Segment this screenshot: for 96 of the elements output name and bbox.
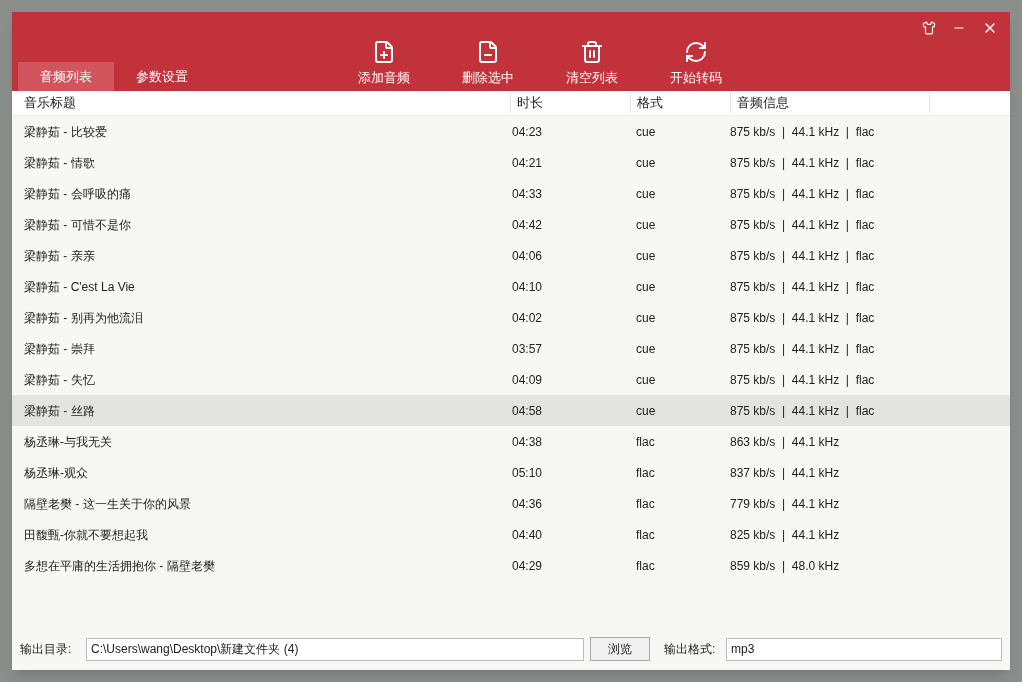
table-cell-text: 04:38 xyxy=(511,433,544,451)
table-cell-text: cue xyxy=(635,340,657,358)
table-cell-text: 859 kb/s | 48.0 kHz xyxy=(730,557,841,575)
table-cell-text: 梁静茹 - 别再为他流泪 xyxy=(23,309,144,327)
table-row[interactable]: 梁静茹 - 失忆 04:09 cue 875 kb/s | 44.1 kHz | flac xyxy=(12,364,1010,395)
table-row[interactable]: 梁静茹 - 丝路 04:58 cue 875 kb/s | 44.1 kHz | flac xyxy=(12,395,1010,426)
refresh-icon xyxy=(684,39,708,64)
table-row[interactable]: 田馥甄-你就不要想起我 04:40 flac 825 kb/s | 44.1 kHz xyxy=(12,519,1010,550)
file-plus-icon xyxy=(372,39,396,64)
table-row[interactable]: 梁静茹 - C'est La Vie 04:10 cue 875 kb/s | 44.1 kHz | flac xyxy=(12,271,1010,302)
table-cell-text: 田馥甄-你就不要想起我 xyxy=(23,526,149,544)
toolbar-button[interactable]: 清空列表 xyxy=(552,39,632,87)
table-cell-text: 05:10 xyxy=(511,464,544,482)
table-cell-text: 梁静茹 - C'est La Vie xyxy=(23,278,136,296)
table-cell-text: 875 kb/s | 44.1 kHz | flac xyxy=(730,402,876,420)
table-row[interactable]: 隔壁老樊 - 这一生关于你的风景 04:36 flac 779 kb/s | 44.1 kHz xyxy=(12,488,1010,519)
table-row[interactable]: 杨丞琳-观众 05:10 flac 837 kb/s | 44.1 kHz xyxy=(12,457,1010,488)
table-cell-text: 875 kb/s | 44.1 kHz | flac xyxy=(730,278,876,296)
output-format-label: 输出格式: xyxy=(664,641,717,658)
table-cell-text: 04:33 xyxy=(511,185,544,203)
table-row[interactable]: 梁静茹 - 比较爱 04:23 cue 875 kb/s | 44.1 kHz | flac xyxy=(12,116,1010,147)
table-cell-text: 04:40 xyxy=(511,526,544,544)
output-dir-label: 输出目录: xyxy=(20,641,73,658)
table-cell-text: 779 kb/s | 44.1 kHz xyxy=(730,495,841,513)
table-cell-text: 875 kb/s | 44.1 kHz | flac xyxy=(730,371,876,389)
table-cell-text: cue xyxy=(635,247,657,265)
table-cell-text: 875 kb/s | 44.1 kHz | flac xyxy=(730,185,876,203)
table-cell-text: 梁静茹 - 情歌 xyxy=(23,154,96,172)
table-row[interactable]: 梁静茹 - 可惜不是你 04:42 cue 875 kb/s | 44.1 kHz | flac xyxy=(12,209,1010,240)
table-cell-text: cue xyxy=(635,154,657,172)
column-header[interactable]: 音乐标题 xyxy=(12,93,510,113)
column-header[interactable]: 音频信息 xyxy=(730,93,930,113)
table-row[interactable]: 多想在平庸的生活拥抱你 - 隔壁老樊 04:29 flac 859 kb/s | 48.0 kHz xyxy=(12,550,1010,581)
table-cell-text: cue xyxy=(635,309,657,327)
table-cell-text: 梁静茹 - 亲亲 xyxy=(23,247,96,265)
table-cell-text: 隔壁老樊 - 这一生关于你的风景 xyxy=(23,495,192,513)
table-cell-text: 04:09 xyxy=(511,371,544,389)
column-header[interactable]: 时长 xyxy=(510,93,630,113)
table-cell-text: 04:02 xyxy=(511,309,544,327)
table-cell-text: 04:58 xyxy=(511,402,544,420)
table-cell-text: cue xyxy=(635,216,657,234)
output-dir-field[interactable]: C:\Users\wang\Desktop\新建文件夹 (4) xyxy=(86,637,584,661)
table-cell-text: 837 kb/s | 44.1 kHz xyxy=(730,464,841,482)
table-cell-text: 04:36 xyxy=(511,495,544,513)
table-cell-text: 875 kb/s | 44.1 kHz | flac xyxy=(730,123,876,141)
table-cell-text: 875 kb/s | 44.1 kHz | flac xyxy=(730,154,876,172)
table-row[interactable]: 梁静茹 - 会呼吸的痛 04:33 cue 875 kb/s | 44.1 kHz | flac xyxy=(12,178,1010,209)
table-cell-text: 04:06 xyxy=(511,247,544,265)
table-cell-text: 875 kb/s | 44.1 kHz | flac xyxy=(730,247,876,265)
trash-icon xyxy=(580,39,604,64)
table-cell-text: flac xyxy=(635,464,656,482)
file-minus-icon xyxy=(476,39,500,64)
table-cell-text: 875 kb/s | 44.1 kHz | flac xyxy=(730,309,876,327)
table-cell-text: 875 kb/s | 44.1 kHz | flac xyxy=(730,340,876,358)
tab[interactable]: 参数设置 xyxy=(114,62,210,91)
table-cell-text: 04:23 xyxy=(511,123,544,141)
table-cell-text: 梁静茹 - 失忆 xyxy=(23,371,96,389)
shirt-icon xyxy=(922,21,936,35)
table-cell-text: 杨丞琳-观众 xyxy=(23,464,89,482)
table-row[interactable]: 杨丞琳-与我无关 04:38 flac 863 kb/s | 44.1 kHz xyxy=(12,426,1010,457)
table-cell-text: flac xyxy=(635,433,656,451)
table-cell-text: flac xyxy=(635,557,656,575)
table-cell-text: 杨丞琳-与我无关 xyxy=(23,433,113,451)
table-cell-text: 04:10 xyxy=(511,278,544,296)
table-cell-text: 梁静茹 - 崇拜 xyxy=(23,340,96,358)
table-cell-text: 825 kb/s | 44.1 kHz xyxy=(730,526,841,544)
table-row[interactable]: 梁静茹 - 崇拜 03:57 cue 875 kb/s | 44.1 kHz | flac xyxy=(12,333,1010,364)
table-cell-text: cue xyxy=(635,185,657,203)
skin-button[interactable] xyxy=(922,21,936,35)
table-cell-text: 04:42 xyxy=(511,216,544,234)
toolbar-button[interactable]: 删除选中 xyxy=(448,39,528,87)
toolbar-button[interactable]: 添加音频 xyxy=(344,39,424,87)
table-cell-text: flac xyxy=(635,526,656,544)
table-cell-text: 875 kb/s | 44.1 kHz | flac xyxy=(730,216,876,234)
output-format-field[interactable]: mp3 xyxy=(726,637,1002,661)
column-header[interactable]: 格式 xyxy=(630,93,730,113)
table-row[interactable]: 梁静茹 - 情歌 04:21 cue 875 kb/s | 44.1 kHz | flac xyxy=(12,147,1010,178)
table-cell-text: 04:21 xyxy=(511,154,544,172)
table-cell-text: cue xyxy=(635,278,657,296)
table-cell-text: cue xyxy=(635,123,657,141)
browse-button[interactable]: 浏览 xyxy=(590,637,650,661)
table-cell-text: 04:29 xyxy=(511,557,544,575)
table-cell-text: 梁静茹 - 可惜不是你 xyxy=(23,216,132,234)
table-cell-text: 梁静茹 - 比较爱 xyxy=(23,123,108,141)
table-cell-text: flac xyxy=(635,495,656,513)
table-cell-text: 多想在平庸的生活拥抱你 - 隔壁老樊 xyxy=(23,557,216,575)
toolbar-button[interactable]: 开始转码 xyxy=(656,39,736,87)
table-cell-text: 梁静茹 - 丝路 xyxy=(23,402,96,420)
table-row[interactable]: 梁静茹 - 亲亲 04:06 cue 875 kb/s | 44.1 kHz | flac xyxy=(12,240,1010,271)
table-cell-text: 863 kb/s | 44.1 kHz xyxy=(730,433,841,451)
table-cell-text: cue xyxy=(635,402,657,420)
table-cell-text: 03:57 xyxy=(511,340,544,358)
table-cell-text: 梁静茹 - 会呼吸的痛 xyxy=(23,185,132,203)
tab[interactable]: 音频列表 xyxy=(18,62,114,91)
table-cell-text: cue xyxy=(635,371,657,389)
table-row[interactable]: 梁静茹 - 别再为他流泪 04:02 cue 875 kb/s | 44.1 kHz | flac xyxy=(12,302,1010,333)
